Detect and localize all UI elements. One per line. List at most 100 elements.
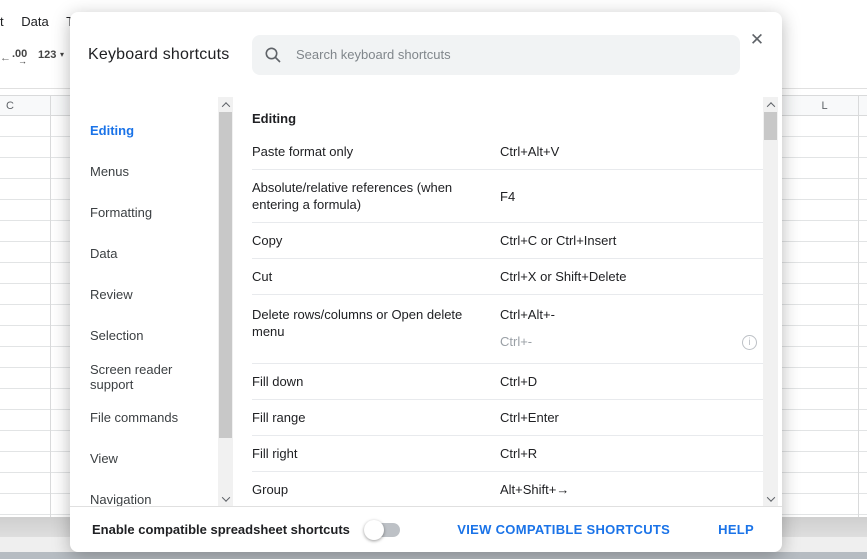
sidebar-item-label: Screen reader support (90, 361, 173, 392)
shortcut-name: Cut (252, 269, 273, 284)
column-header-c[interactable]: C (0, 95, 70, 116)
compatible-shortcuts-toggle[interactable] (363, 519, 400, 540)
shortcut-keys: Ctrl+Alt+- Ctrl+- (500, 306, 555, 350)
shortcut-row: Fill down Ctrl+D (252, 364, 763, 400)
menu-item-fragment: t (0, 14, 4, 29)
shortcut-key-primary: F4 (500, 188, 516, 204)
sidebar-item[interactable]: File commands (70, 397, 218, 438)
shortcut-name: Fill right (252, 446, 298, 461)
shortcut-name: Fill down (252, 374, 304, 389)
shortcut-key-primary: Ctrl+C or Ctrl+Insert (500, 233, 617, 248)
shortcut-row: Copy Ctrl+C or Ctrl+Insert (252, 223, 763, 259)
shortcut-keys: Ctrl+Enter (500, 409, 559, 426)
dialog-footer: Enable compatible spreadsheet shortcuts … (70, 506, 782, 552)
content-scrollbar[interactable] (763, 97, 778, 506)
shortcut-keys: Ctrl+C or Ctrl+Insert (500, 232, 616, 249)
scroll-down-icon[interactable] (763, 491, 778, 506)
shortcut-name: Paste format only (252, 144, 354, 159)
sidebar-item-label: File commands (90, 410, 179, 425)
window-bottom-edge (0, 552, 867, 559)
dialog-title: Keyboard shortcuts (88, 45, 230, 63)
shortcut-name: Copy (252, 233, 283, 248)
grid-cells-left[interactable] (0, 116, 70, 517)
sidebar-item-label: Selection (90, 328, 144, 343)
shortcut-key-primary: Ctrl+Alt+V (500, 144, 560, 159)
toggle-knob (363, 519, 384, 540)
sidebar-item-label: Menus (90, 164, 130, 179)
scroll-up-icon[interactable] (763, 97, 778, 112)
shortcut-keys: Ctrl+R (500, 445, 537, 462)
shortcut-row: Paste format only Ctrl+Alt+V (252, 134, 763, 170)
column-border-right (858, 95, 859, 517)
sidebar-item[interactable]: View (70, 438, 218, 479)
close-icon[interactable]: ✕ (748, 31, 766, 49)
sidebar-scroll-thumb[interactable] (219, 112, 232, 438)
sidebar-item[interactable]: Screen reader support (70, 356, 218, 397)
dialog-body: Editing Menus Formatting Data Review Sel… (70, 97, 782, 507)
shortcut-key-primary: Ctrl+Alt+- (500, 307, 555, 322)
sidebar-item-label: Review (90, 287, 133, 302)
sidebar-item[interactable]: Formatting (70, 192, 218, 233)
search-input[interactable] (296, 47, 728, 62)
shortcut-keys: Ctrl+Alt+V (500, 143, 559, 160)
shortcut-row: Delete rows/columns or Open delete menu … (252, 295, 763, 364)
sidebar-item[interactable]: Data (70, 233, 218, 274)
shortcut-row: Fill right Ctrl+R (252, 436, 763, 472)
shortcut-row: Absolute/relative references (when enter… (252, 170, 763, 223)
compatible-shortcuts-label: Enable compatible spreadsheet shortcuts (92, 522, 350, 537)
number-format-caret-icon: ▾ (60, 50, 65, 59)
column-header-l[interactable]: L (782, 95, 867, 116)
shortcut-keys: Ctrl+D (500, 373, 537, 390)
search-box[interactable] (252, 34, 740, 75)
sidebar-list: Editing Menus Formatting Data Review Sel… (70, 97, 218, 520)
column-border-left (50, 95, 51, 517)
number-format-icon[interactable]: 123 (38, 49, 56, 61)
shortcut-rows: Paste format only Ctrl+Alt+V Absolute/re… (252, 134, 763, 506)
sidebar-item-label: Navigation (90, 492, 152, 507)
shortcut-name: Group (252, 482, 289, 497)
shortcut-name: Fill range (252, 410, 306, 425)
shortcut-row: Fill range Ctrl+Enter (252, 400, 763, 436)
help-link[interactable]: HELP (718, 522, 754, 537)
keyboard-shortcuts-dialog: Keyboard shortcuts ✕ Editing Menus Forma… (70, 12, 782, 552)
shortcut-key-secondary: Ctrl+- (500, 334, 533, 349)
content-scroll-thumb[interactable] (764, 112, 777, 140)
sidebar-item-label: Editing (90, 123, 135, 138)
shortcut-key-primary: Ctrl+D (500, 374, 538, 389)
footer-links: VIEW COMPATIBLE SHORTCUTS HELP (457, 522, 754, 537)
category-sidebar: Editing Menus Formatting Data Review Sel… (70, 97, 218, 507)
shortcut-row: Cut Ctrl+X or Shift+Delete (252, 259, 763, 295)
sidebar-item[interactable]: Selection (70, 315, 218, 356)
dialog-header: Keyboard shortcuts ✕ (70, 12, 782, 97)
scroll-down-icon[interactable] (218, 491, 233, 506)
sidebar-item[interactable]: Menus (70, 151, 218, 192)
sidebar-item-label: View (90, 451, 118, 466)
section-title: Editing (252, 111, 297, 126)
search-icon (265, 47, 281, 63)
shortcut-row: Group Alt+Shift+→ (252, 472, 763, 506)
shortcut-key-primary: Ctrl+Enter (500, 410, 559, 425)
menu-item-data[interactable]: Data (21, 14, 48, 29)
shortcut-name: Delete rows/columns or Open delete menu (252, 307, 463, 339)
shortcut-name: Absolute/relative references (when enter… (252, 180, 453, 212)
sidebar-item[interactable]: Review (70, 274, 218, 315)
shortcut-keys: F4 (500, 188, 515, 205)
shortcut-content-wrap: Editing Paste format only Ctrl+Alt+V Abs… (233, 97, 782, 506)
shortcut-key-primary: Alt+Shift+→ (500, 482, 570, 497)
sidebar-item[interactable]: Editing (70, 110, 218, 151)
sidebar-scrollbar[interactable] (218, 97, 233, 506)
view-compatible-shortcuts-link[interactable]: VIEW COMPATIBLE SHORTCUTS (457, 522, 670, 537)
shortcut-key-primary: Ctrl+X or Shift+Delete (500, 269, 627, 284)
shortcut-list: Editing Paste format only Ctrl+Alt+V Abs… (252, 97, 763, 506)
shortcut-key-primary: Ctrl+R (500, 446, 538, 461)
info-icon[interactable]: i (742, 335, 757, 350)
content-right-margin (778, 97, 782, 506)
grid-cells-right[interactable] (782, 116, 867, 517)
sidebar-item-label: Formatting (90, 205, 153, 220)
shortcut-keys: Ctrl+X or Shift+Delete (500, 268, 626, 285)
scroll-up-icon[interactable] (218, 97, 233, 112)
sidebar-item-label: Data (90, 246, 118, 261)
toolbar-arrow-fragment-icon: ← (0, 52, 11, 64)
decimal-arrow-icon: → (18, 56, 27, 66)
shortcut-keys: Alt+Shift+→ (500, 481, 569, 498)
